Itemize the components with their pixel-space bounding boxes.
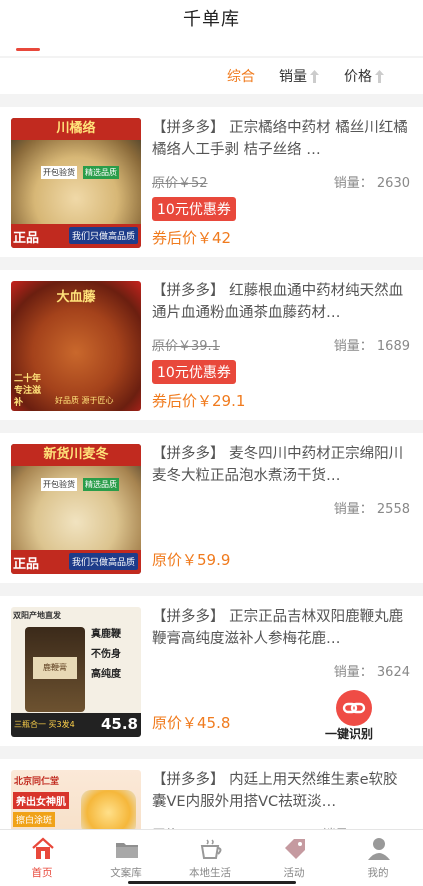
product-footer: 三瓶合一 买3发4 45.8 xyxy=(11,713,141,737)
product-banner: 北京同仁堂 xyxy=(14,777,60,787)
product-title: 【拼多多】 正宗橘络中药材 橘丝川红橘橘络人工手剥 桔子丝络 … xyxy=(152,120,408,158)
feature-tag: 擦白涂斑 xyxy=(13,812,56,827)
jar-label: 鹿鞭膏 xyxy=(33,657,77,679)
tab-activity[interactable]: 活动 xyxy=(252,830,336,886)
feature-tags: 真鹿鞭 不伤身 高纯度 xyxy=(91,625,121,685)
feature-tag: 不伤身 xyxy=(91,649,121,660)
home-indicator xyxy=(128,881,296,884)
coupon-badge[interactable]: 10元优惠券 xyxy=(152,197,236,221)
original-price: 原价￥39.1 xyxy=(152,339,220,354)
sort-arrow-icon xyxy=(375,70,384,83)
product-card[interactable]: 新货川麦冬 开包验货 精选品质 正品 我们只做高品质 【拼多多】 麦冬四川中药材… xyxy=(0,433,423,583)
sort-comprehensive[interactable]: 综合 xyxy=(227,66,255,86)
product-badge: 精选品质 xyxy=(83,478,119,491)
sales-count: 销量： 2558 xyxy=(333,502,410,517)
product-banner: 双阳产地直发 xyxy=(13,611,61,620)
sort-comprehensive-label: 综合 xyxy=(227,69,255,85)
home-icon xyxy=(32,837,54,859)
tab-label: 本地生活 xyxy=(189,867,231,879)
user-icon xyxy=(368,838,390,860)
sort-arrow-icon xyxy=(310,70,319,83)
tab-label: 首页 xyxy=(31,867,53,879)
product-footer-left: 三瓶合一 买3发4 xyxy=(14,720,75,729)
product-footer-price: 45.8 xyxy=(100,715,138,733)
final-price: 原价￥45.8 xyxy=(152,714,231,732)
page-title: 千单库 xyxy=(183,9,240,30)
product-image: 大血藤 二十年专注滋补 好品质 源于匠心 xyxy=(11,281,141,411)
tab-home[interactable]: 首页 xyxy=(0,830,84,886)
product-footer-right: 我们只做高品质 xyxy=(68,553,138,570)
product-title: 【拼多多】 正宗正品吉林双阳鹿鞭丸鹿鞭膏高纯度滋补人参梅花鹿… xyxy=(152,609,404,647)
bottom-tab-bar: 首页 文案库 本地生活 活动 我的 xyxy=(0,829,423,886)
product-footer: 正品 我们只做高品质 xyxy=(11,550,141,574)
product-title: 【拼多多】 内廷上用天然维生素e软胶囊VE内服外用搭VC祛斑淡… xyxy=(152,772,398,810)
tab-label: 我的 xyxy=(367,867,389,879)
tab-label: 活动 xyxy=(283,867,305,879)
product-badge: 好品质 源于匠心 xyxy=(55,396,114,405)
top-header: 千单库 xyxy=(0,0,423,56)
product-info: 【拼多多】 内廷上用天然维生素e软胶囊VE内服外用搭VC祛斑淡… 原价￥36.8… xyxy=(152,769,410,843)
product-card[interactable]: 大血藤 二十年专注滋补 好品质 源于匠心 【拼多多】 红藤根血通中药材纯天然血通… xyxy=(0,270,423,420)
link-icon xyxy=(342,702,366,714)
product-info: 【拼多多】 红藤根血通中药材纯天然血通片血通粉血通茶血藤药材… 原价￥39.1 … xyxy=(152,280,410,410)
product-info: 【拼多多】 正宗正品吉林双阳鹿鞭丸鹿鞭膏高纯度滋补人参梅花鹿… 销量： 3624… xyxy=(152,606,410,732)
coupon-badge[interactable]: 10元优惠券 xyxy=(152,360,236,384)
feature-tag: 真鹿鞭 xyxy=(91,629,121,640)
feature-tag: 养出女神肌 xyxy=(13,792,69,809)
product-banner: 大血藤 xyxy=(56,290,96,305)
jar-image: 鹿鞭膏 xyxy=(25,627,85,712)
folder-icon xyxy=(116,843,138,858)
sales-count: 销量： 3624 xyxy=(333,665,410,680)
tab-mine[interactable]: 我的 xyxy=(336,830,420,886)
product-info: 【拼多多】 麦冬四川中药材正宗绵阳川麦冬大粒正品泡水煮汤干货… 销量： 2558… xyxy=(152,443,410,569)
tab-copy-library[interactable]: 文案库 xyxy=(84,830,168,886)
final-price: 券后价￥42 xyxy=(152,229,232,247)
product-footer-left: 正品 xyxy=(13,557,40,572)
product-title: 【拼多多】 麦冬四川中药材正宗绵阳川麦冬大粒正品泡水煮汤干货… xyxy=(152,446,404,484)
product-banner: 新货川麦冬 xyxy=(11,444,141,466)
tab-indicator xyxy=(16,48,40,51)
product-title: 【拼多多】 红藤根血通中药材纯天然血通片血通粉血通茶血藤药材… xyxy=(152,283,404,321)
product-image: 双阳产地直发 鹿鞭膏 真鹿鞭 不伤身 高纯度 三瓶合一 买3发4 45.8 xyxy=(11,607,141,737)
cup-icon xyxy=(200,839,222,859)
sales-count: 销量： 1689 xyxy=(333,339,410,354)
product-image: 川橘络 开包验货 精选品质 正品 我们只做高品质 xyxy=(11,118,141,248)
product-badge: 开包验货 xyxy=(41,166,77,179)
product-badge: 精选品质 xyxy=(83,166,119,179)
sort-sales[interactable]: 销量 xyxy=(279,66,319,86)
recognize-label[interactable]: 一键识别 xyxy=(325,725,373,742)
sales-count: 销量： 2630 xyxy=(333,176,410,191)
product-badge: 二十年专注滋补 xyxy=(14,374,42,408)
product-banner: 川橘络 xyxy=(11,118,141,140)
sort-sales-label: 销量 xyxy=(279,69,307,85)
product-footer-right: 我们只做高品质 xyxy=(68,227,138,244)
final-price: 券后价￥29.1 xyxy=(152,392,246,410)
product-info: 【拼多多】 正宗橘络中药材 橘丝川红橘橘络人工手剥 桔子丝络 … 原价￥52 销… xyxy=(152,117,410,247)
product-card[interactable]: 川橘络 开包验货 精选品质 正品 我们只做高品质 【拼多多】 正宗橘络中药材 橘… xyxy=(0,107,423,257)
product-badge: 开包验货 xyxy=(41,478,77,491)
sort-price-label: 价格 xyxy=(344,69,372,85)
tab-local-life[interactable]: 本地生活 xyxy=(168,830,252,886)
recognize-button[interactable] xyxy=(336,690,372,726)
sort-price[interactable]: 价格 xyxy=(344,66,384,86)
sort-bar: 综合 销量 价格 xyxy=(0,58,423,94)
tag-icon xyxy=(285,839,305,859)
tab-label: 文案库 xyxy=(110,867,142,879)
original-price: 原价￥52 xyxy=(152,176,208,191)
feature-tag: 高纯度 xyxy=(91,669,121,680)
product-image: 新货川麦冬 开包验货 精选品质 正品 我们只做高品质 xyxy=(11,444,141,574)
product-footer-left: 正品 xyxy=(13,231,40,246)
product-footer: 正品 我们只做高品质 xyxy=(11,224,141,248)
final-price: 原价￥59.9 xyxy=(152,551,231,569)
